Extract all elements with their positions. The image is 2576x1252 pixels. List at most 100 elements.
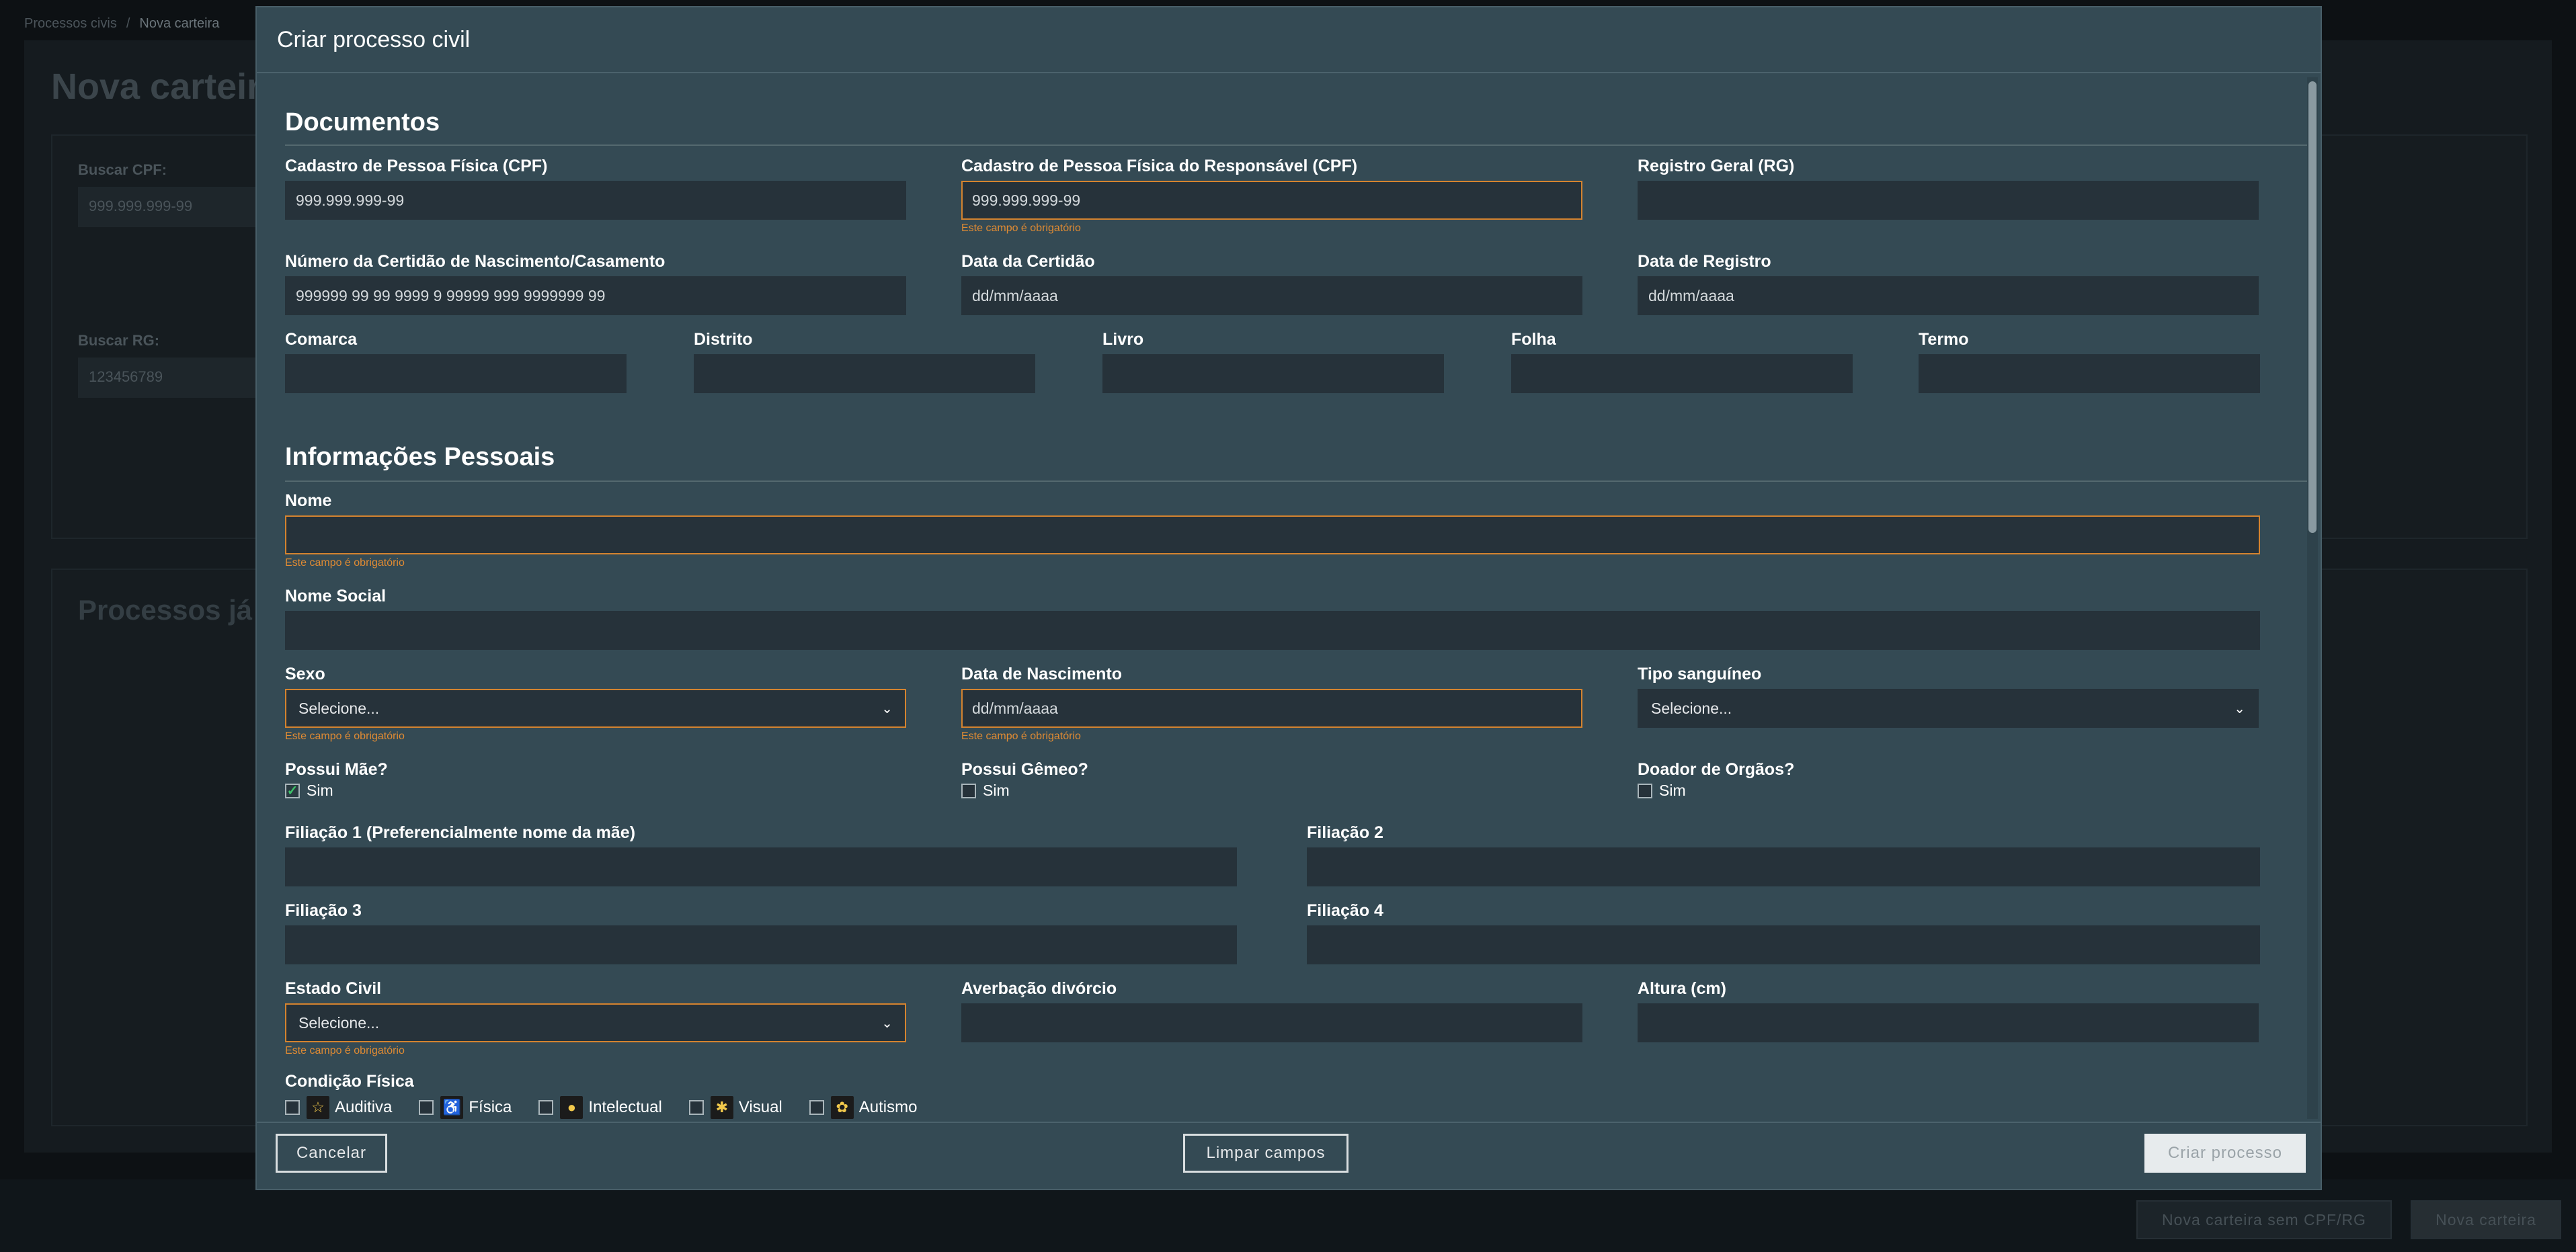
sex-label: Sexo bbox=[285, 665, 325, 683]
certificate-date-label: Data da Certidão bbox=[961, 252, 1095, 271]
checkbox-label: Sim bbox=[307, 782, 333, 799]
page-title: Nova carteira bbox=[51, 67, 282, 107]
create-process-modal: Criar processo civil Documentos Cadastro… bbox=[255, 6, 2322, 1190]
certificate-number-input[interactable]: 999999 99 99 9999 9 99999 999 9999999 99 bbox=[285, 276, 906, 315]
birth-date-input[interactable]: dd/mm/aaaa bbox=[961, 689, 1582, 728]
new-card-button[interactable]: Nova carteira bbox=[2411, 1200, 2561, 1239]
filiation-1-input[interactable] bbox=[285, 847, 1237, 886]
livro-input[interactable] bbox=[1102, 354, 1444, 393]
error-message: Este campo é obrigatório bbox=[961, 222, 1081, 234]
physical-condition-label: Condição Física bbox=[285, 1072, 414, 1091]
divorce-annotation-input[interactable] bbox=[961, 1003, 1582, 1042]
section-title-documents: Documentos bbox=[285, 108, 440, 136]
registry-date-label: Data de Registro bbox=[1638, 252, 1771, 271]
condition-fisica[interactable]: ♿ Física bbox=[419, 1096, 512, 1119]
filiation-2-input[interactable] bbox=[1307, 847, 2260, 886]
filiation-4-input[interactable] bbox=[1307, 925, 2260, 964]
certificate-date-placeholder: dd/mm/aaaa bbox=[972, 286, 1058, 304]
has-twin-checkbox[interactable] bbox=[961, 783, 976, 798]
comarca-input[interactable] bbox=[285, 354, 627, 393]
marital-status-select[interactable]: Selecione... ⌄ bbox=[285, 1003, 906, 1042]
breadcrumb: Processos civis / Nova carteira bbox=[24, 16, 219, 32]
livro-label: Livro bbox=[1102, 330, 1144, 349]
create-process-button[interactable]: Criar processo bbox=[2144, 1134, 2306, 1173]
scrollbar-thumb[interactable] bbox=[2308, 81, 2317, 533]
chevron-down-icon: ⌄ bbox=[2234, 701, 2245, 716]
folha-input[interactable] bbox=[1511, 354, 1853, 393]
error-message: Este campo é obrigatório bbox=[285, 557, 405, 569]
birth-date-placeholder: dd/mm/aaaa bbox=[972, 699, 1058, 717]
certificate-date-input[interactable]: dd/mm/aaaa bbox=[961, 276, 1582, 315]
condition-label: Visual bbox=[738, 1098, 782, 1116]
condition-autismo-checkbox[interactable] bbox=[809, 1100, 824, 1115]
wheelchair-icon: ♿ bbox=[440, 1096, 464, 1119]
organ-donor-checkbox-row[interactable]: Sim bbox=[1638, 782, 1686, 800]
responsible-cpf-label: Cadastro de Pessoa Física do Responsável… bbox=[961, 157, 1358, 175]
clear-fields-button[interactable]: Limpar campos bbox=[1183, 1134, 1349, 1173]
termo-input[interactable] bbox=[1919, 354, 2260, 393]
ribbon-icon: ✿ bbox=[830, 1096, 854, 1119]
responsible-cpf-input[interactable]: 999.999.999-99 bbox=[961, 181, 1582, 220]
chevron-down-icon: ⌄ bbox=[881, 1015, 893, 1031]
certificate-number-placeholder: 999999 99 99 9999 9 99999 999 9999999 99 bbox=[296, 286, 606, 304]
hearing-icon: ☆ bbox=[307, 1096, 329, 1119]
cpf-label: Cadastro de Pessoa Física (CPF) bbox=[285, 157, 548, 175]
has-mother-checkbox-row[interactable]: Sim bbox=[285, 782, 333, 800]
organ-donor-checkbox[interactable] bbox=[1638, 783, 1652, 798]
cancel-button[interactable]: Cancelar bbox=[276, 1134, 387, 1173]
cpf-input[interactable]: 999.999.999-99 bbox=[285, 181, 906, 220]
search-cpf-input[interactable]: 999.999.999-99 bbox=[78, 187, 255, 227]
has-mother-label: Possui Mãe? bbox=[285, 760, 388, 779]
breadcrumb-root[interactable]: Processos civis bbox=[24, 16, 117, 31]
error-message: Este campo é obrigatório bbox=[285, 731, 405, 742]
condition-fisica-checkbox[interactable] bbox=[419, 1100, 434, 1115]
new-card-without-doc-button[interactable]: Nova carteira sem CPF/RG bbox=[2136, 1200, 2392, 1239]
organ-donor-label: Doador de Orgãos? bbox=[1638, 760, 1795, 779]
rg-input[interactable] bbox=[1638, 181, 2259, 220]
has-twin-label: Possui Gêmeo? bbox=[961, 760, 1088, 779]
section-divider bbox=[285, 144, 2308, 146]
has-twin-checkbox-row[interactable]: Sim bbox=[961, 782, 1010, 800]
blind-person-icon: ✱ bbox=[710, 1096, 733, 1119]
existing-processes-title: Processos já e bbox=[78, 594, 276, 626]
checkbox-label: Sim bbox=[983, 782, 1010, 799]
distrito-label: Distrito bbox=[694, 330, 753, 349]
condition-auditiva-checkbox[interactable] bbox=[285, 1100, 300, 1115]
blood-type-select[interactable]: Selecione... ⌄ bbox=[1638, 689, 2259, 728]
distrito-input[interactable] bbox=[694, 354, 1035, 393]
marital-status-label: Estado Civil bbox=[285, 979, 382, 998]
condition-autismo[interactable]: ✿ Autismo bbox=[809, 1096, 917, 1119]
search-rg-input[interactable]: 123456789 bbox=[78, 358, 255, 398]
social-name-input[interactable] bbox=[285, 611, 2260, 650]
name-input[interactable] bbox=[285, 515, 2260, 554]
sex-select[interactable]: Selecione... ⌄ bbox=[285, 689, 906, 728]
filiation-3-input[interactable] bbox=[285, 925, 1237, 964]
condition-visual-checkbox[interactable] bbox=[688, 1100, 704, 1115]
height-input[interactable] bbox=[1638, 1003, 2259, 1042]
condition-label: Física bbox=[469, 1098, 512, 1116]
condition-auditiva[interactable]: ☆ Auditiva bbox=[285, 1096, 392, 1119]
cpf-placeholder: 999.999.999-99 bbox=[296, 191, 405, 209]
search-rg-label: Buscar RG: bbox=[78, 332, 160, 349]
modal-body: Documentos Cadastro de Pessoa Física (CP… bbox=[257, 75, 2321, 1120]
search-cpf-label: Buscar CPF: bbox=[78, 161, 167, 178]
condition-intelectual[interactable]: ● Intelectual bbox=[538, 1096, 662, 1119]
section-title-personal-info: Informações Pessoais bbox=[285, 443, 555, 471]
condition-label: Auditiva bbox=[335, 1098, 393, 1116]
registry-date-input[interactable]: dd/mm/aaaa bbox=[1638, 276, 2259, 315]
physical-condition-options: ☆ Auditiva ♿ Física ● Intelectual ✱ Visual ✿… bbox=[285, 1096, 944, 1119]
comarca-label: Comarca bbox=[285, 330, 357, 349]
marital-status-select-value: Selecione... bbox=[298, 1013, 380, 1032]
condition-intelectual-checkbox[interactable] bbox=[538, 1100, 554, 1115]
checkbox-label: Sim bbox=[1659, 782, 1686, 799]
error-message: Este campo é obrigatório bbox=[285, 1045, 405, 1056]
height-label: Altura (cm) bbox=[1638, 979, 1726, 998]
filiation-2-label: Filiação 2 bbox=[1307, 823, 1383, 842]
filiation-4-label: Filiação 4 bbox=[1307, 901, 1383, 920]
name-label: Nome bbox=[285, 491, 332, 510]
filiation-3-label: Filiação 3 bbox=[285, 901, 362, 920]
condition-visual[interactable]: ✱ Visual bbox=[688, 1096, 782, 1119]
filiation-1-label: Filiação 1 (Preferencialmente nome da mã… bbox=[285, 823, 636, 842]
breadcrumb-current: Nova carteira bbox=[139, 16, 220, 31]
has-mother-checkbox[interactable] bbox=[285, 783, 300, 798]
